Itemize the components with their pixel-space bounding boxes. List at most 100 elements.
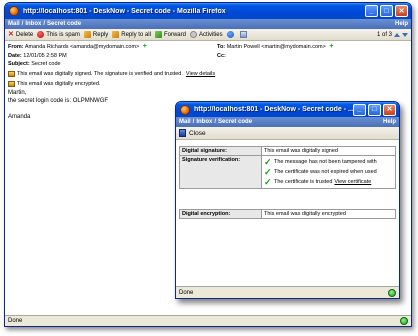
popup-breadcrumb-inbox[interactable]: Inbox: [196, 119, 212, 125]
view-details-link[interactable]: View details: [186, 71, 215, 77]
from-row: From: Amanda Richards <amanda@mydomain.c…: [8, 43, 147, 50]
forward-label: Forward: [163, 31, 186, 38]
cc-row: Cc:: [217, 53, 226, 59]
delete-button[interactable]: ✕ Delete: [8, 31, 33, 38]
checkmark-icon: ✓: [264, 167, 272, 177]
popup-breadcrumb-mail[interactable]: Mail: [179, 119, 191, 125]
previous-message-icon[interactable]: [394, 32, 400, 37]
firefox-icon: [180, 104, 190, 115]
popup-breadcrumb: Mail / Inbox / Secret code Help: [176, 117, 399, 127]
popup-help-link[interactable]: Help: [383, 119, 396, 125]
signature-details: Digital signature: This email was digita…: [176, 140, 399, 288]
to-label: To:: [217, 44, 226, 50]
signature-notice: This email was digitally signed. The sig…: [8, 71, 215, 77]
signature-notice-text: This email was digitally signed. The sig…: [17, 71, 183, 77]
spam-icon: [37, 31, 45, 38]
verification-label: Signature verification:: [179, 155, 262, 189]
popup-window-controls: _ □ ✕: [353, 103, 396, 116]
more-icon: [239, 31, 247, 38]
body-line: Amanda: [8, 114, 31, 120]
main-title-bar[interactable]: http://localhost:801 - DeskNow - Secret …: [5, 3, 411, 19]
table-row: Signature verification: ✓ The message ha…: [179, 155, 396, 189]
popup-close-button[interactable]: Close: [179, 129, 206, 137]
spam-label: This is spam: [46, 31, 80, 38]
help-button[interactable]: [226, 31, 236, 38]
pager: 1 of 3: [377, 32, 408, 38]
add-contact-icon[interactable]: +: [329, 43, 333, 50]
check-item: ✓ The certificate was not expired when u…: [264, 167, 393, 177]
window-controls: _ □ ✕: [365, 5, 408, 17]
popup-close-window-button[interactable]: ✕: [383, 103, 396, 116]
encryption-label: Digital encryption:: [179, 209, 262, 219]
main-status-bar: Done: [5, 315, 411, 326]
popup-breadcrumb-current: Secret code: [218, 119, 253, 125]
view-certificate-link[interactable]: View certificate: [334, 179, 371, 185]
check-item: ✓ The message has not been tampered with: [264, 157, 393, 167]
signature-info-table: Digital signature: This email was digita…: [179, 146, 396, 189]
from-value[interactable]: Amanda Richards <amanda@mydomain.com>: [25, 44, 139, 50]
encryption-notice: This email was digitally encrypted.: [8, 81, 100, 87]
help-icon: [226, 31, 234, 38]
more-button[interactable]: [239, 31, 249, 38]
add-contact-icon[interactable]: +: [143, 43, 147, 50]
breadcrumb-separator: /: [214, 119, 217, 125]
help-link[interactable]: Help: [395, 21, 408, 27]
popup-status-bar: Done: [176, 286, 399, 298]
lock-icon: [8, 81, 15, 87]
spam-button[interactable]: This is spam: [37, 31, 80, 38]
date-label: Date:: [8, 53, 22, 59]
digital-signature-label: Digital signature:: [179, 146, 262, 156]
popup-toolbar: Close: [176, 127, 399, 140]
main-window-title: http://localhost:801 - DeskNow - Secret …: [23, 7, 226, 15]
main-status-text: Done: [8, 318, 23, 324]
to-value[interactable]: Martin Powell <martin@mydomain.com>: [227, 44, 326, 50]
activities-icon: [189, 31, 197, 38]
popup-minimize-button[interactable]: _: [353, 103, 366, 116]
reply-all-label: Reply to all: [121, 31, 151, 38]
popup-maximize-button[interactable]: □: [368, 103, 381, 116]
subject-value: Secret code: [31, 61, 61, 67]
next-message-icon[interactable]: [402, 32, 408, 37]
firefox-icon: [9, 6, 19, 16]
breadcrumb-inbox[interactable]: Inbox: [25, 21, 41, 27]
connection-ok-icon: [400, 317, 408, 325]
reply-all-icon: [112, 31, 120, 38]
certificate-icon: [8, 71, 15, 77]
from-label: From:: [8, 44, 24, 50]
breadcrumb-mail[interactable]: Mail: [8, 21, 20, 27]
date-row: Date: 12/01/05 2:58 PM: [8, 53, 67, 59]
to-row: To: Martin Powell <martin@mydomain.com> …: [217, 43, 333, 50]
reply-icon: [83, 31, 91, 38]
cc-label: Cc:: [217, 53, 226, 59]
subject-label: Subject:: [8, 61, 30, 67]
minimize-button[interactable]: _: [365, 5, 378, 17]
forward-button[interactable]: Forward: [154, 31, 186, 38]
check-text: The certificate was not expired when use…: [274, 169, 377, 175]
breadcrumb-separator: /: [192, 119, 195, 125]
signature-details-window: http://localhost:801 - DeskNow - Secret …: [175, 101, 400, 299]
breadcrumb-separator: /: [21, 21, 24, 27]
message-toolbar: ✕ Delete This is spam Reply Reply to all…: [5, 29, 411, 41]
checkmark-icon: ✓: [264, 177, 272, 187]
body-line: Martin,: [8, 90, 27, 96]
checkmark-icon: ✓: [264, 157, 272, 167]
delete-label: Delete: [15, 31, 34, 38]
table-row: Digital encryption: This email was digit…: [179, 209, 396, 219]
breadcrumb-current: Secret code: [47, 21, 82, 27]
check-item: ✓ The certificate is trusted View certif…: [264, 177, 393, 187]
date-value: 12/01/05 2:58 PM: [23, 53, 67, 59]
check-text: The certificate is trusted: [274, 179, 333, 185]
popup-title-bar[interactable]: http://localhost:801 - DeskNow - Secret …: [176, 102, 399, 117]
encryption-value: This email was digitally encrypted: [261, 209, 396, 219]
maximize-button[interactable]: □: [380, 5, 393, 17]
reply-all-button[interactable]: Reply to all: [112, 31, 151, 38]
reply-button[interactable]: Reply: [83, 31, 108, 38]
delete-icon: ✕: [8, 31, 14, 38]
close-window-button[interactable]: ✕: [395, 5, 408, 17]
verification-checks: ✓ The message has not been tampered with…: [261, 155, 396, 189]
encryption-info-table: Digital encryption: This email was digit…: [179, 209, 396, 219]
popup-window-title: http://localhost:801 - DeskNow - Secret …: [194, 106, 353, 113]
breadcrumb: Mail / Inbox / Secret code Help: [5, 19, 411, 29]
activities-label: Activities: [198, 31, 223, 38]
activities-button[interactable]: Activities: [189, 31, 223, 38]
